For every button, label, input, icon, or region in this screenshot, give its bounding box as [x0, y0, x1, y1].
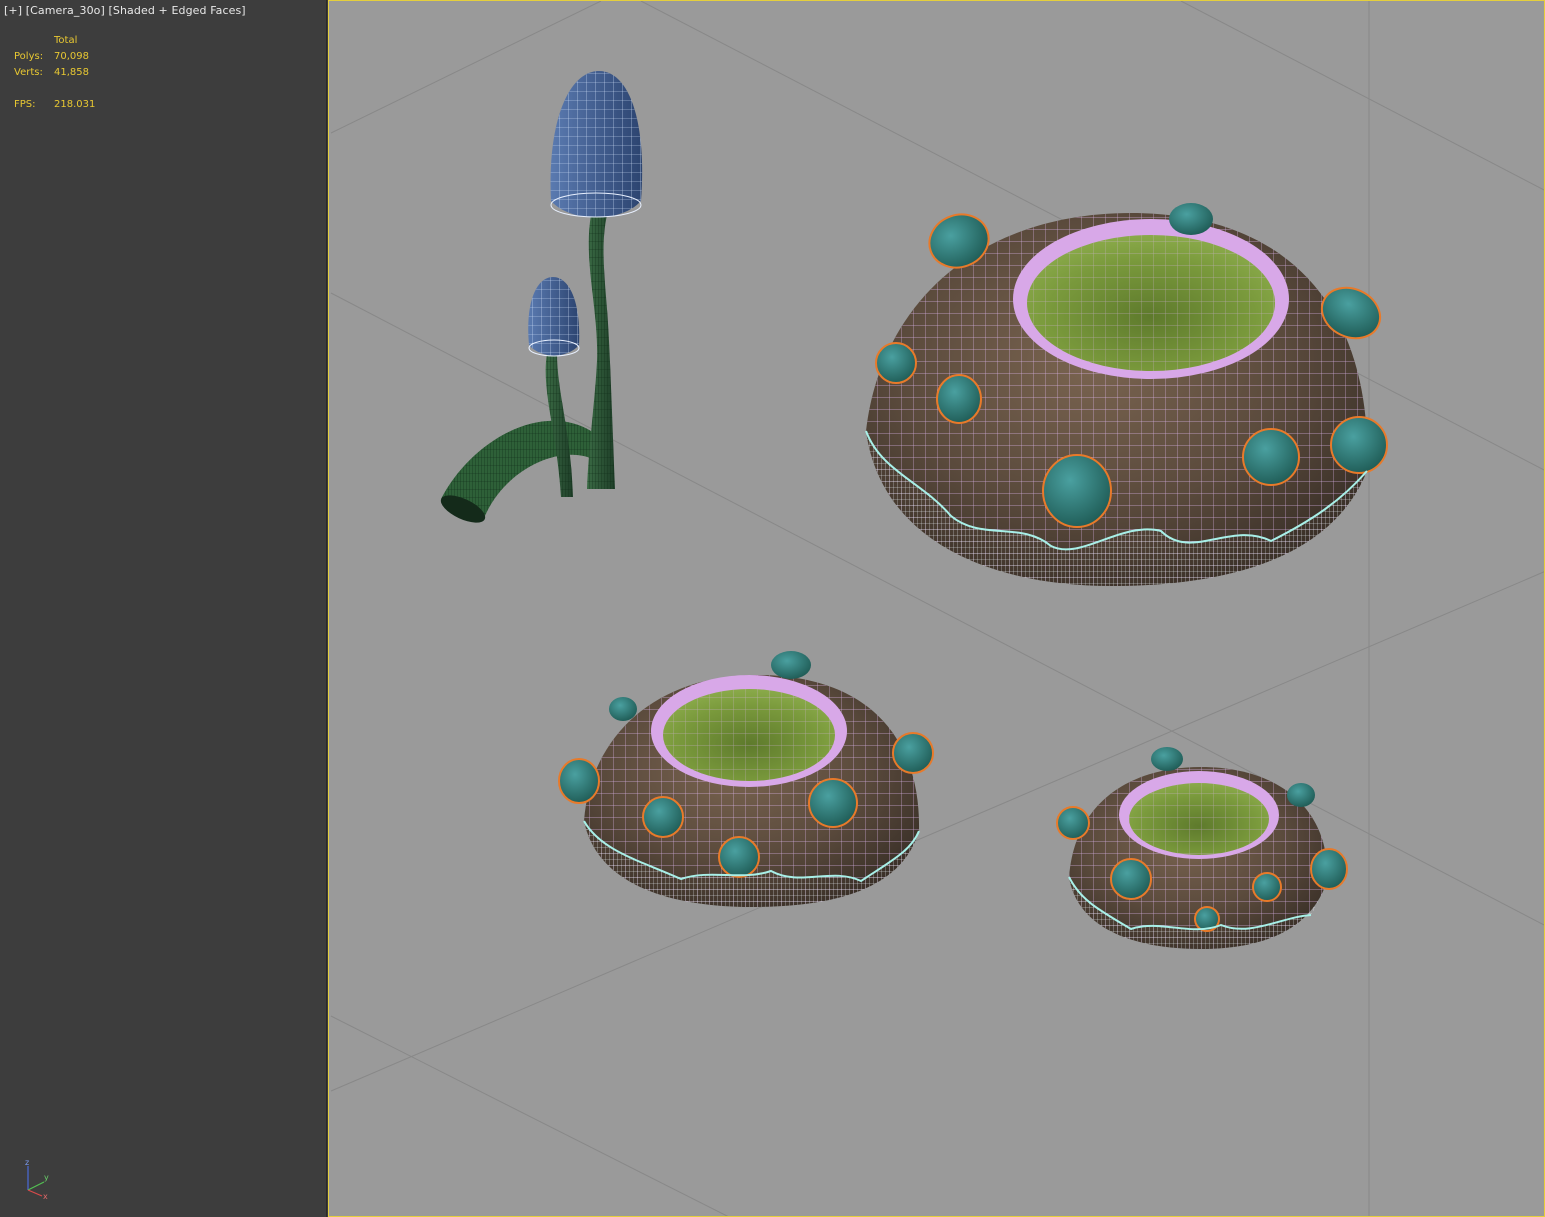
nub — [1287, 783, 1315, 807]
ground-grid — [330, 1, 1544, 1216]
viewport-label: [+] [Camera_30o] [Shaded + Edged Faces] — [4, 4, 246, 17]
polys-label: Polys: — [14, 51, 44, 62]
polys-value: 70,098 — [54, 51, 89, 62]
perspective-viewport[interactable] — [328, 0, 1545, 1217]
nub — [1169, 203, 1213, 235]
nub — [771, 651, 811, 679]
root-arch[interactable] — [437, 420, 597, 528]
scene-canvas[interactable] — [329, 1, 1545, 1217]
nub — [1110, 858, 1152, 900]
viewport-menu-button[interactable]: [+] — [4, 4, 22, 17]
nub — [892, 732, 934, 774]
verts-label: Verts: — [14, 67, 43, 78]
stats-header: Total — [54, 35, 78, 46]
nub — [1056, 806, 1090, 840]
nub — [1310, 848, 1348, 890]
nub — [1330, 416, 1388, 474]
nub — [936, 374, 982, 424]
nub — [558, 758, 600, 804]
fps-value: 218.031 — [54, 99, 96, 110]
gizmo-y-label: y — [44, 1173, 49, 1182]
gizmo-x-label: x — [43, 1192, 48, 1200]
nub — [1242, 428, 1300, 486]
nub — [808, 778, 858, 828]
gizmo-z-label: z — [25, 1158, 29, 1167]
nub — [718, 836, 760, 878]
camera-selector[interactable]: [Camera_30o] — [26, 4, 105, 17]
nub — [642, 796, 684, 838]
fps-label: FPS: — [14, 99, 36, 110]
left-stats-panel: [+] [Camera_30o] [Shaded + Edged Faces] … — [0, 0, 327, 1217]
nub — [1252, 872, 1282, 902]
shading-mode-selector[interactable]: [Shaded + Edged Faces] — [109, 4, 246, 17]
verts-value: 41,858 — [54, 67, 89, 78]
nub — [609, 697, 637, 721]
axis-gizmo-icon: z y x — [25, 1158, 49, 1200]
nub — [1042, 454, 1112, 528]
nub — [1151, 747, 1183, 771]
nub — [875, 342, 917, 384]
small-mushroom[interactable] — [528, 277, 580, 497]
